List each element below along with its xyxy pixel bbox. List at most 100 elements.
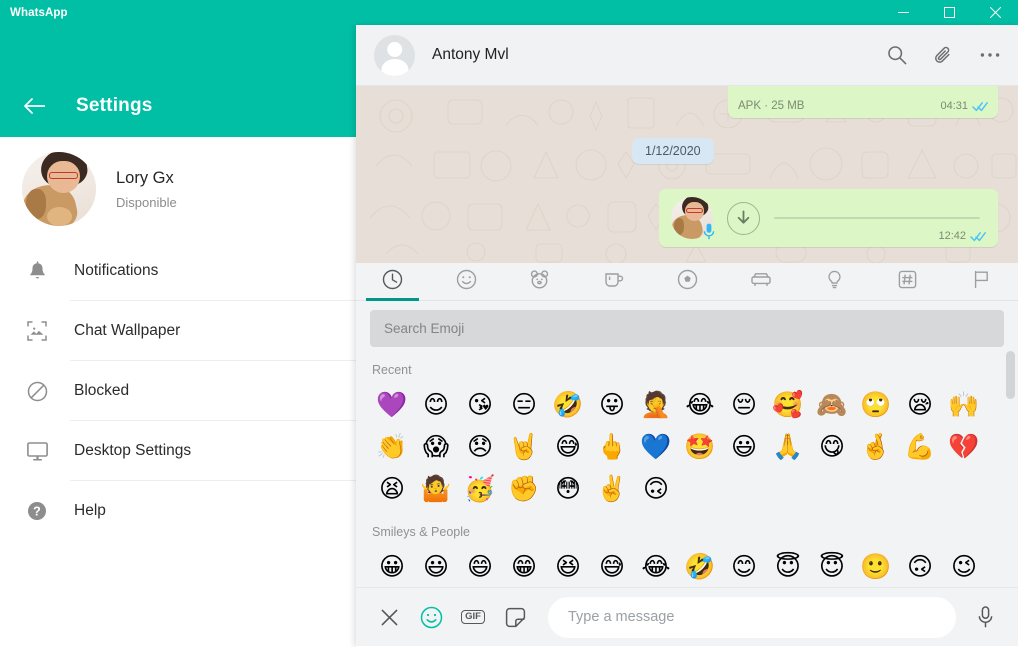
emoji-cell[interactable]: 🥳 — [458, 467, 502, 509]
emoji-cell[interactable]: 🙌 — [942, 383, 986, 425]
search-icon[interactable] — [887, 45, 907, 65]
emoji-tab-flags[interactable] — [945, 263, 1018, 300]
emoji-cell[interactable]: 😆 — [546, 545, 590, 587]
emoji-tab-recent[interactable] — [356, 263, 430, 301]
emoji-button[interactable] — [416, 602, 446, 632]
emoji-cell[interactable]: 😃 — [722, 425, 766, 467]
emoji-tab-food[interactable] — [577, 263, 651, 300]
emoji-cell[interactable]: 😳 — [546, 467, 590, 509]
emoji-cell[interactable]: 🤘 — [502, 425, 546, 467]
emoji-cell[interactable]: 💙 — [634, 425, 678, 467]
sidebar-item-blocked[interactable]: Blocked — [0, 361, 356, 421]
emoji-grid-recent[interactable]: 💜 😊 😘 😑 🤣 😛 🤦 😂 😔 🥰 🙈 🙄 😪 🙌 👏 😱 😞 🤘 😅 🖕 💙 🤩 😃 🙏 😋 🤞 💪 💔 😫 🤷 🥳 ✊ 😳 ✌️ 🙃 — [370, 383, 1004, 509]
emoji-cell[interactable]: 😘 — [458, 383, 502, 425]
emoji-cell[interactable]: 😫 — [370, 467, 414, 509]
avatar[interactable] — [22, 152, 96, 226]
close-emoji-panel-button[interactable] — [374, 602, 404, 632]
menu-icon[interactable] — [980, 52, 1000, 58]
emoji-cell[interactable]: 😁 — [502, 545, 546, 587]
emoji-tab-animals[interactable] — [503, 263, 577, 300]
profile-text: Lory Gx Disponible — [116, 168, 177, 209]
emoji-cell[interactable]: 🤣 — [546, 383, 590, 425]
flag-icon — [971, 269, 992, 295]
emoji-cell[interactable]: 🤩 — [678, 425, 722, 467]
voice-record-button[interactable] — [970, 602, 1000, 632]
emoji-tab-activity[interactable] — [650, 263, 724, 300]
block-icon — [22, 381, 52, 402]
emoji-cell[interactable]: 💜 — [370, 383, 414, 425]
message-time: 04:31 — [940, 100, 968, 112]
sticker-button[interactable] — [500, 602, 530, 632]
close-button[interactable] — [972, 0, 1018, 25]
audio-waveform[interactable] — [774, 217, 980, 219]
sidebar-item-chat-wallpaper[interactable]: Chat Wallpaper — [0, 301, 356, 361]
emoji-cell[interactable]: 🙄 — [854, 383, 898, 425]
emoji-cell[interactable]: 😂 — [634, 545, 678, 587]
settings-header: Settings — [0, 25, 356, 137]
scrollbar-thumb[interactable] — [1006, 351, 1015, 399]
message-input[interactable]: Type a message — [548, 596, 956, 638]
contact-name: Antony Mvl — [432, 46, 509, 63]
emoji-cell[interactable]: 😅 — [590, 545, 634, 587]
emoji-tab-travel[interactable] — [724, 263, 798, 300]
emoji-grid-smileys[interactable]: 😀 😃 😄 😁 😆 😅 😂 🤣 😊 😇 😇 🙂 🙃 😉 — [370, 545, 1004, 587]
emoji-cell[interactable]: 😛 — [590, 383, 634, 425]
emoji-cell[interactable]: 🙈 — [810, 383, 854, 425]
ball-icon — [677, 269, 698, 295]
gif-button[interactable]: GIF — [458, 602, 488, 632]
emoji-cell[interactable]: 💔 — [942, 425, 986, 467]
emoji-cell[interactable]: 🖕 — [590, 425, 634, 467]
emoji-cell[interactable]: 😔 — [722, 383, 766, 425]
cup-icon — [603, 269, 624, 295]
file-message-bubble[interactable]: APK · 25 MB 04:31 — [728, 86, 998, 118]
emoji-cell[interactable]: 😱 — [414, 425, 458, 467]
attach-icon[interactable] — [933, 45, 954, 66]
emoji-cell[interactable]: 🙃 — [898, 545, 942, 587]
emoji-cell[interactable]: 🤞 — [854, 425, 898, 467]
contact-avatar[interactable] — [374, 34, 415, 76]
emoji-cell[interactable]: 👏 — [370, 425, 414, 467]
search-input[interactable]: Search Emoji — [370, 310, 1004, 347]
emoji-cell[interactable]: ✌️ — [590, 467, 634, 509]
emoji-cell[interactable]: 😂 — [678, 383, 722, 425]
back-button[interactable] — [22, 93, 48, 119]
emoji-cell[interactable]: 😀 — [370, 545, 414, 587]
emoji-cell[interactable]: 🙏 — [766, 425, 810, 467]
emoji-cell[interactable]: 😄 — [458, 545, 502, 587]
emoji-cell[interactable]: 🤣 — [678, 545, 722, 587]
emoji-cell[interactable]: 😃 — [414, 545, 458, 587]
emoji-cell[interactable]: 😞 — [458, 425, 502, 467]
emoji-cell[interactable]: 🥰 — [766, 383, 810, 425]
emoji-cell[interactable]: 😇 — [766, 545, 810, 587]
emoji-cell[interactable]: 😑 — [502, 383, 546, 425]
sidebar-item-desktop-settings[interactable]: Desktop Settings — [0, 421, 356, 481]
emoji-cell[interactable]: 💪 — [898, 425, 942, 467]
emoji-cell[interactable]: 😉 — [942, 545, 986, 587]
chat-messages-area[interactable]: APK · 25 MB 04:31 1/12/2020 12:42 — [356, 86, 1018, 263]
minimize-button[interactable] — [880, 0, 926, 25]
emoji-cell[interactable]: 😪 — [898, 383, 942, 425]
sidebar-item-help[interactable]: ? Help — [0, 481, 356, 541]
emoji-scroll-area[interactable]: Recent 💜 😊 😘 😑 🤣 😛 🤦 😂 😔 🥰 🙈 🙄 😪 🙌 👏 😱 😞 🤘 😅 🖕 💙 🤩 😃 🙏 😋 🤞 💪 💔 😫 🤷 🥳 ✊ 😳… — [356, 347, 1018, 587]
profile-row[interactable]: Lory Gx Disponible — [0, 137, 356, 241]
sidebar-item-notifications[interactable]: Notifications — [0, 241, 356, 301]
emoji-cell[interactable]: 🙃 — [634, 467, 678, 509]
emoji-cell[interactable]: 😋 — [810, 425, 854, 467]
emoji-cell[interactable]: 🤦 — [634, 383, 678, 425]
emoji-cell[interactable]: 😊 — [414, 383, 458, 425]
emoji-cell[interactable]: 🙂 — [854, 545, 898, 587]
emoji-cell[interactable]: ✊ — [502, 467, 546, 509]
sidebar-item-label: Desktop Settings — [74, 442, 192, 459]
emoji-cell[interactable]: 😇 — [810, 545, 854, 587]
emoji-cell[interactable]: 🤷 — [414, 467, 458, 509]
emoji-tab-smileys[interactable] — [430, 263, 504, 300]
emoji-sections: Recent 💜 😊 😘 😑 🤣 😛 🤦 😂 😔 🥰 🙈 🙄 😪 🙌 👏 😱 😞 🤘 😅 🖕 💙 🤩 😃 🙏 😋 🤞 💪 💔 😫 🤷 🥳 ✊ 😳… — [370, 363, 1004, 587]
maximize-button[interactable] — [926, 0, 972, 25]
emoji-cell[interactable]: 😅 — [546, 425, 590, 467]
emoji-tab-objects[interactable] — [797, 263, 871, 300]
emoji-tab-symbols[interactable] — [871, 263, 945, 300]
emoji-cell[interactable]: 😊 — [722, 545, 766, 587]
download-button[interactable] — [727, 201, 760, 235]
voice-message-bubble[interactable]: 12:42 — [659, 189, 998, 247]
gif-label: GIF — [461, 609, 485, 625]
